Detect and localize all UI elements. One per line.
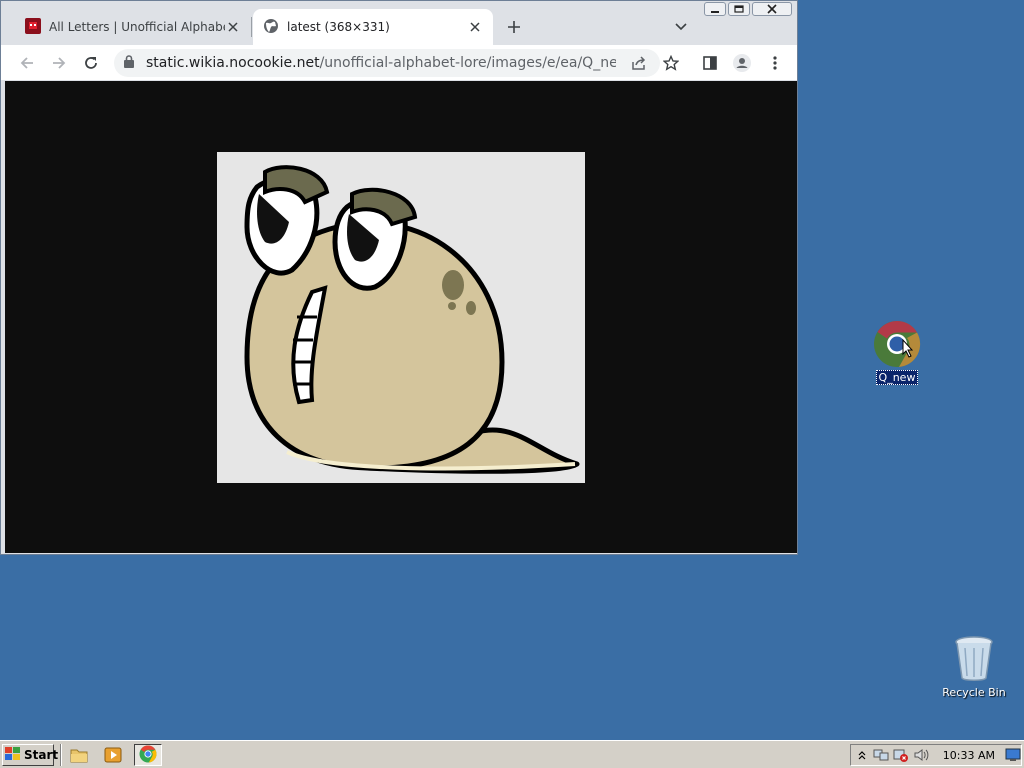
share-icon[interactable] — [631, 55, 647, 74]
tab-strip: All Letters | Unofficial Alphabet Lore l… — [1, 1, 797, 45]
minimize-button[interactable] — [704, 2, 726, 16]
desktop-icon-label: Q_new — [875, 370, 919, 385]
address-bar[interactable]: static.wikia.nocookie.net/unofficial-alp… — [114, 49, 660, 77]
chrome-icon — [857, 320, 937, 368]
desktop-icon-q-new[interactable]: Q_new — [857, 320, 937, 385]
page-viewport — [5, 81, 797, 553]
windows-logo-icon — [5, 746, 21, 764]
tab-title: latest (368×331) — [287, 20, 390, 34]
volume-icon[interactable] — [913, 746, 929, 764]
network-icon[interactable] — [873, 746, 889, 764]
show-desktop-icon[interactable] — [1005, 746, 1021, 764]
profile-avatar-icon[interactable] — [732, 53, 752, 73]
taskbar-chrome-button[interactable] — [134, 744, 162, 766]
chevron-up-icon[interactable] — [855, 746, 869, 764]
window-controls — [704, 2, 796, 18]
start-button[interactable]: Start — [2, 744, 58, 766]
tab-all-letters[interactable]: All Letters | Unofficial Alphabet Lore — [15, 9, 251, 45]
taskbar: Start 10:33 AM — [0, 740, 1024, 768]
browser-toolbar: static.wikia.nocookie.net/unofficial-alp… — [1, 45, 797, 80]
media-player-icon[interactable] — [104, 746, 122, 764]
forward-arrow-icon[interactable] — [49, 53, 69, 73]
reload-icon[interactable] — [81, 53, 101, 73]
desktop-icon-recycle-bin[interactable]: Recycle Bin — [934, 636, 1014, 699]
side-panel-icon[interactable] — [700, 53, 720, 73]
tab-title: All Letters | Unofficial Alphabet Lore — [49, 20, 225, 34]
browser-window: All Letters | Unofficial Alphabet Lore l… — [0, 0, 798, 555]
close-window-button[interactable] — [752, 2, 792, 16]
taskbar-separator — [60, 744, 62, 766]
snail-q-illustration — [217, 152, 585, 483]
tab-search-chevron-down-icon[interactable] — [671, 17, 691, 37]
back-arrow-icon[interactable] — [17, 53, 37, 73]
url-text: static.wikia.nocookie.net/unofficial-alp… — [146, 55, 616, 71]
url-path: /unofficial-alphabet-lore/images/e/ea/Q_… — [319, 55, 616, 71]
close-icon[interactable] — [225, 19, 241, 35]
recycle-bin-icon — [934, 636, 1014, 682]
bookmark-star-icon[interactable] — [661, 53, 681, 73]
close-icon[interactable] — [467, 19, 483, 35]
chrome-icon — [139, 745, 157, 766]
tab-separator — [251, 17, 252, 37]
desktop-icon-label: Recycle Bin — [942, 686, 1006, 699]
maximize-button[interactable] — [728, 2, 750, 16]
globe-icon — [263, 18, 279, 37]
desktop: All Letters | Unofficial Alphabet Lore l… — [0, 0, 1024, 740]
wiki-favicon-icon — [25, 17, 41, 37]
security-alert-icon[interactable] — [893, 746, 909, 764]
clock[interactable]: 10:33 AM — [943, 749, 995, 762]
tab-latest[interactable]: latest (368×331) — [253, 9, 493, 45]
url-host: static.wikia.nocookie.net — [146, 55, 320, 71]
lock-icon[interactable] — [124, 55, 134, 71]
start-label: Start — [24, 748, 59, 762]
q-character-image[interactable] — [217, 152, 585, 483]
kebab-menu-icon[interactable] — [765, 53, 785, 73]
system-tray: 10:33 AM — [850, 744, 1022, 766]
new-tab-button[interactable] — [503, 16, 525, 38]
file-explorer-icon[interactable] — [70, 746, 88, 764]
